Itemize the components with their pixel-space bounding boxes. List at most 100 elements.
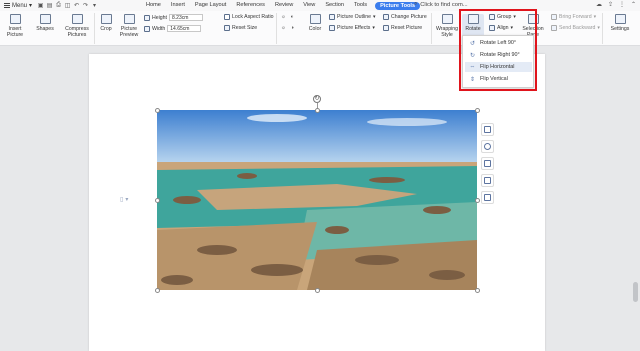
rotate-handle-icon[interactable]: ↻: [313, 95, 321, 103]
save-icon[interactable]: ▣: [37, 2, 44, 9]
more-options-icon[interactable]: ⋮: [619, 1, 625, 8]
height-input[interactable]: 8.23cm: [169, 14, 203, 21]
zoom-button[interactable]: [481, 140, 494, 153]
height-label: Height: [152, 14, 167, 21]
tab-tools[interactable]: Tools: [349, 0, 372, 11]
compress-pictures-button[interactable]: Compress Pictures: [62, 14, 92, 38]
height-control: Height 8.23cm: [144, 14, 203, 21]
menu-button[interactable]: Menu ▾: [0, 0, 36, 11]
contrast-icon[interactable]: ◐: [291, 14, 294, 20]
preview-icon[interactable]: ◫: [64, 2, 71, 9]
more-tools-button[interactable]: [481, 191, 494, 204]
top-right-controls: ☁ ⇪ ⋮ ⌃: [596, 1, 636, 8]
resize-handle-top-right[interactable]: [475, 108, 480, 113]
chevron-down-icon: ▾: [372, 25, 375, 31]
menu-bar: Menu ▾ ▣ ▤ ⎙ ◫ ↶ ↷ ▾ Home Insert Page La…: [0, 0, 640, 11]
lock-aspect-checkbox[interactable]: Lock Aspect Ratio: [224, 14, 274, 20]
print-icon[interactable]: ⎙: [55, 2, 62, 9]
bring-forward-label: Bring Forward: [559, 14, 592, 20]
change-picture-button[interactable]: Change Picture: [383, 14, 427, 20]
bring-forward-button[interactable]: Bring Forward ▾: [551, 14, 596, 20]
picture-outline-button[interactable]: Picture Outline ▾: [329, 14, 376, 20]
tab-view[interactable]: View: [298, 0, 320, 11]
insert-picture-button[interactable]: Insert Picture: [4, 14, 26, 38]
layout-options-button[interactable]: [481, 123, 494, 136]
change-picture-label: Change Picture: [391, 14, 427, 20]
landscape-image: [157, 110, 477, 290]
reset-size-icon: [224, 25, 230, 31]
divider: [431, 13, 432, 44]
color-button[interactable]: Color: [305, 14, 325, 32]
bring-forward-icon: [551, 14, 557, 20]
picture-effects-label: Picture Effects: [337, 25, 371, 31]
picture-preview-button[interactable]: Picture Preview: [118, 14, 140, 38]
send-backward-button[interactable]: Send Backward ▾: [551, 25, 600, 31]
resize-handle-top[interactable]: [315, 108, 320, 113]
crop-button[interactable]: Crop: [98, 14, 114, 32]
redo-icon[interactable]: ↷: [82, 2, 89, 9]
reset-size-button[interactable]: Reset Size: [224, 25, 257, 31]
chevron-down-icon: ▾: [373, 14, 376, 20]
undo-icon[interactable]: ↶: [73, 2, 80, 9]
checkbox-icon: [224, 14, 230, 20]
tab-page-layout[interactable]: Page Layout: [190, 0, 231, 11]
vertical-scrollbar[interactable]: [633, 60, 638, 330]
brightness-down-icon[interactable]: ☼: [281, 25, 286, 31]
effects-icon: [329, 25, 335, 31]
width-input[interactable]: 14.65cm: [167, 25, 202, 32]
anchor-icon: ▯: [120, 197, 124, 203]
crop-icon: [100, 14, 112, 24]
share-icon[interactable]: ⇪: [608, 1, 613, 8]
chevron-down-icon: ▾: [29, 3, 33, 9]
ribbon-tabs: Home Insert Page Layout References Revie…: [141, 0, 423, 11]
tab-references[interactable]: References: [231, 0, 270, 11]
chevron-down-icon: ▾: [593, 14, 597, 20]
resize-handle-top-left[interactable]: [155, 108, 160, 113]
crop-icon: [484, 160, 491, 167]
open-icon[interactable]: ▤: [46, 2, 53, 9]
collapse-ribbon-icon[interactable]: ⌃: [631, 1, 636, 8]
width-control: Width 14.65cm: [144, 25, 202, 32]
menu-label: Menu: [12, 2, 28, 9]
resize-handle-bottom-left[interactable]: [155, 288, 160, 293]
search-box[interactable]: ⌕ Click to find com...: [414, 1, 468, 8]
scroll-thumb[interactable]: [633, 282, 638, 302]
crop-label: Crop: [100, 26, 112, 32]
tab-review[interactable]: Review: [270, 0, 298, 11]
width-icon: [144, 25, 150, 32]
tab-insert[interactable]: Insert: [166, 0, 190, 11]
wrapping-style-button[interactable]: Wrapping Style: [434, 14, 460, 38]
reset-picture-label: Reset Picture: [391, 25, 423, 31]
tab-section[interactable]: Section: [320, 0, 349, 11]
send-backward-icon: [551, 25, 557, 31]
settings-button[interactable]: Settings: [606, 14, 634, 32]
change-picture-icon: [383, 14, 389, 20]
contrast-down-icon[interactable]: ◑: [291, 25, 294, 31]
cloud-icon[interactable]: ☁: [596, 1, 602, 8]
shapes-label: Shapes: [36, 26, 54, 32]
brightness-icon[interactable]: ☼: [281, 14, 286, 20]
more-icon[interactable]: ▾: [91, 2, 98, 9]
resize-handle-left[interactable]: [155, 198, 160, 203]
copy-icon: [484, 194, 491, 201]
resize-handle-bottom-right[interactable]: [475, 288, 480, 293]
crop-tool-button[interactable]: [481, 157, 494, 170]
shapes-button[interactable]: Shapes: [33, 14, 57, 32]
send-backward-label: Send Backward: [559, 25, 596, 31]
resize-handle-right[interactable]: [475, 198, 480, 203]
picture-outline-label: Picture Outline: [337, 14, 372, 20]
layout-icon: [484, 126, 491, 133]
image-icon: [484, 177, 491, 184]
resize-handle-bottom[interactable]: [315, 288, 320, 293]
compress-label: Compress Pictures: [65, 26, 89, 38]
reset-picture-button[interactable]: Reset Picture: [383, 25, 422, 31]
change-image-button[interactable]: [481, 174, 494, 187]
tab-home[interactable]: Home: [141, 0, 166, 11]
color-label: Color: [308, 26, 322, 32]
wrap-icon: [441, 14, 453, 24]
picture-icon: [9, 14, 21, 24]
selected-picture[interactable]: [157, 110, 477, 290]
compress-icon: [71, 14, 83, 24]
picture-effects-button[interactable]: Picture Effects ▾: [329, 25, 375, 31]
paragraph-anchor[interactable]: ▯ ▾: [120, 196, 128, 203]
